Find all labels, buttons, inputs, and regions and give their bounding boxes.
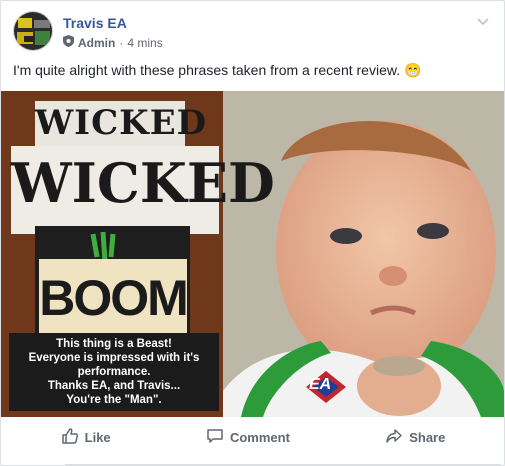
author-name[interactable]: Travis EA [63, 15, 127, 31]
admin-shield-icon [63, 35, 74, 50]
like-label: Like [84, 429, 111, 445]
meta-separator: · [119, 35, 124, 50]
comment-label: Comment [229, 429, 290, 445]
post-text: I'm quite alright with these phrases tak… [13, 62, 422, 78]
caption-line: This thing is a Beast! [56, 338, 172, 350]
admin-label: Admin [78, 35, 116, 50]
avatar[interactable] [13, 11, 53, 51]
action-bar: Like Comment Share [13, 419, 493, 455]
comment-icon [206, 427, 224, 448]
post-card: Travis EA Admin · 4 mins I'm quite alrig… [0, 0, 505, 466]
share-icon [385, 427, 403, 448]
like-button[interactable]: Like [61, 427, 111, 448]
comment-button[interactable]: Comment [206, 427, 290, 448]
chevron-down-icon[interactable] [477, 15, 489, 29]
caption-line: Thanks EA, and Travis... [47, 380, 181, 392]
post-photo[interactable]: WICKED WICKED BOOM This thing is a Beast… [1, 91, 504, 417]
caption-line: Everyone is impressed with it's [28, 352, 200, 364]
thumbs-up-icon [61, 427, 79, 448]
shirt-logo: EA [309, 376, 332, 393]
caption-line: You're the "Man". [66, 394, 162, 406]
share-label: Share [409, 429, 446, 445]
caption-line: performance. [77, 366, 151, 378]
review-caption: This thing is a Beast! Everyone is impre… [9, 337, 219, 407]
sign-wicked-2: WICKED [11, 151, 275, 215]
sign-boom: BOOM [39, 270, 189, 326]
share-button[interactable]: Share [385, 427, 445, 448]
post-meta: Admin · 4 mins [63, 35, 163, 50]
comments-divider [65, 464, 501, 465]
sign-wicked-1: WICKED [35, 103, 208, 143]
post-time[interactable]: 4 mins [127, 36, 162, 50]
post-header: Travis EA Admin · 4 mins [13, 11, 493, 55]
